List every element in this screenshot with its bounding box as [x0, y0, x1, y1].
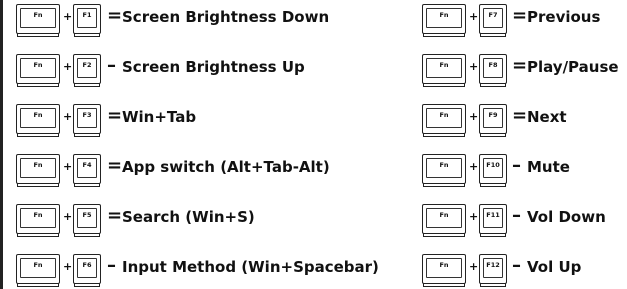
fn-key: Fn — [16, 204, 60, 237]
separator: = — [512, 105, 528, 126]
function-key-f4: F4 — [73, 154, 101, 187]
function-key-label: F4 — [82, 161, 92, 169]
shortcut-description: Next — [527, 108, 567, 126]
separator: – — [512, 205, 521, 226]
shortcut-row: Fn + F4 = App switch (Alt+Tab-Alt) — [16, 154, 416, 188]
function-key-label: F1 — [82, 11, 92, 19]
plus-sign: + — [469, 260, 479, 273]
fn-key-label: Fn — [33, 111, 43, 119]
plus-sign: + — [63, 110, 73, 123]
fn-key: Fn — [422, 254, 466, 287]
function-key-f1: F1 — [73, 4, 101, 37]
fn-key-label: Fn — [439, 161, 449, 169]
shortcut-row: Fn + F3 = Win+Tab — [16, 104, 416, 138]
fn-key: Fn — [422, 4, 466, 37]
shortcut-description: Mute — [527, 158, 570, 176]
fn-key: Fn — [16, 4, 60, 37]
plus-sign: + — [469, 110, 479, 123]
shortcut-row: Fn + F11 – Vol Down — [422, 204, 627, 238]
shortcut-row: Fn + F12 – Vol Up — [422, 254, 627, 288]
function-key-f3: F3 — [73, 104, 101, 137]
left-border-line — [0, 0, 3, 289]
fn-key-label: Fn — [439, 11, 449, 19]
function-key-label: F8 — [488, 61, 498, 69]
fn-key: Fn — [16, 54, 60, 87]
shortcut-row: Fn + F7 = Previous — [422, 4, 627, 38]
fn-key: Fn — [16, 254, 60, 287]
shortcut-description: Previous — [527, 8, 601, 26]
fn-key-label: Fn — [33, 11, 43, 19]
function-key-f9: F9 — [479, 104, 507, 137]
shortcut-description: Win+Tab — [122, 108, 197, 126]
function-key-label: F12 — [486, 261, 500, 269]
function-key-label: F7 — [488, 11, 498, 19]
separator: = — [512, 55, 528, 76]
fn-key: Fn — [16, 154, 60, 187]
separator: = — [107, 105, 123, 126]
fn-key: Fn — [422, 104, 466, 137]
separator: = — [107, 5, 123, 26]
fn-key: Fn — [422, 204, 466, 237]
function-key-label: F2 — [82, 61, 92, 69]
function-key-label: F6 — [82, 261, 92, 269]
function-key-label: F11 — [486, 211, 500, 219]
fn-key-label: Fn — [439, 261, 449, 269]
separator: = — [512, 5, 528, 26]
fn-key-label: Fn — [33, 161, 43, 169]
shortcut-row: Fn + F1 = Screen Brightness Down — [16, 4, 416, 38]
plus-sign: + — [63, 10, 73, 23]
shortcut-row: Fn + F2 – Screen Brightness Up — [16, 54, 416, 88]
separator: – — [512, 155, 521, 176]
fn-key-label: Fn — [33, 211, 43, 219]
function-key-label: F10 — [486, 161, 500, 169]
separator: = — [107, 155, 123, 176]
shortcut-row: Fn + F8 = Play/Pause — [422, 54, 627, 88]
shortcut-description: Screen Brightness Up — [122, 58, 305, 76]
shortcut-row: Fn + F5 = Search (Win+S) — [16, 204, 416, 238]
function-key-label: F9 — [488, 111, 498, 119]
shortcut-description: Vol Down — [527, 208, 606, 226]
plus-sign: + — [63, 210, 73, 223]
fn-key: Fn — [422, 54, 466, 87]
fn-key: Fn — [16, 104, 60, 137]
plus-sign: + — [469, 160, 479, 173]
function-key-f6: F6 — [73, 254, 101, 287]
shortcut-description: Search (Win+S) — [122, 208, 255, 226]
function-key-f7: F7 — [479, 4, 507, 37]
function-key-label: F5 — [82, 211, 92, 219]
shortcut-row: Fn + F10 – Mute — [422, 154, 627, 188]
function-key-f5: F5 — [73, 204, 101, 237]
shortcut-description: Vol Up — [527, 258, 582, 276]
plus-sign: + — [63, 260, 73, 273]
separator: = — [107, 205, 123, 226]
fn-key-label: Fn — [33, 261, 43, 269]
function-key-f12: F12 — [479, 254, 507, 287]
function-key-label: F3 — [82, 111, 92, 119]
function-key-f10: F10 — [479, 154, 507, 187]
separator: – — [107, 255, 116, 276]
function-key-f8: F8 — [479, 54, 507, 87]
fn-key-label: Fn — [33, 61, 43, 69]
plus-sign: + — [63, 60, 73, 73]
plus-sign: + — [469, 60, 479, 73]
shortcut-description: Play/Pause — [527, 58, 619, 76]
fn-key-label: Fn — [439, 111, 449, 119]
fn-key-label: Fn — [439, 61, 449, 69]
fn-key-label: Fn — [439, 211, 449, 219]
shortcut-description: Input Method (Win+Spacebar) — [122, 258, 379, 276]
function-key-f11: F11 — [479, 204, 507, 237]
plus-sign: + — [469, 10, 479, 23]
separator: – — [512, 255, 521, 276]
plus-sign: + — [469, 210, 479, 223]
fn-key: Fn — [422, 154, 466, 187]
shortcut-row: Fn + F9 = Next — [422, 104, 627, 138]
function-key-f2: F2 — [73, 54, 101, 87]
separator: – — [107, 55, 116, 76]
shortcut-description: Screen Brightness Down — [122, 8, 330, 26]
shortcut-row: Fn + F6 – Input Method (Win+Spacebar) — [16, 254, 416, 288]
shortcut-description: App switch (Alt+Tab-Alt) — [122, 158, 330, 176]
plus-sign: + — [63, 160, 73, 173]
